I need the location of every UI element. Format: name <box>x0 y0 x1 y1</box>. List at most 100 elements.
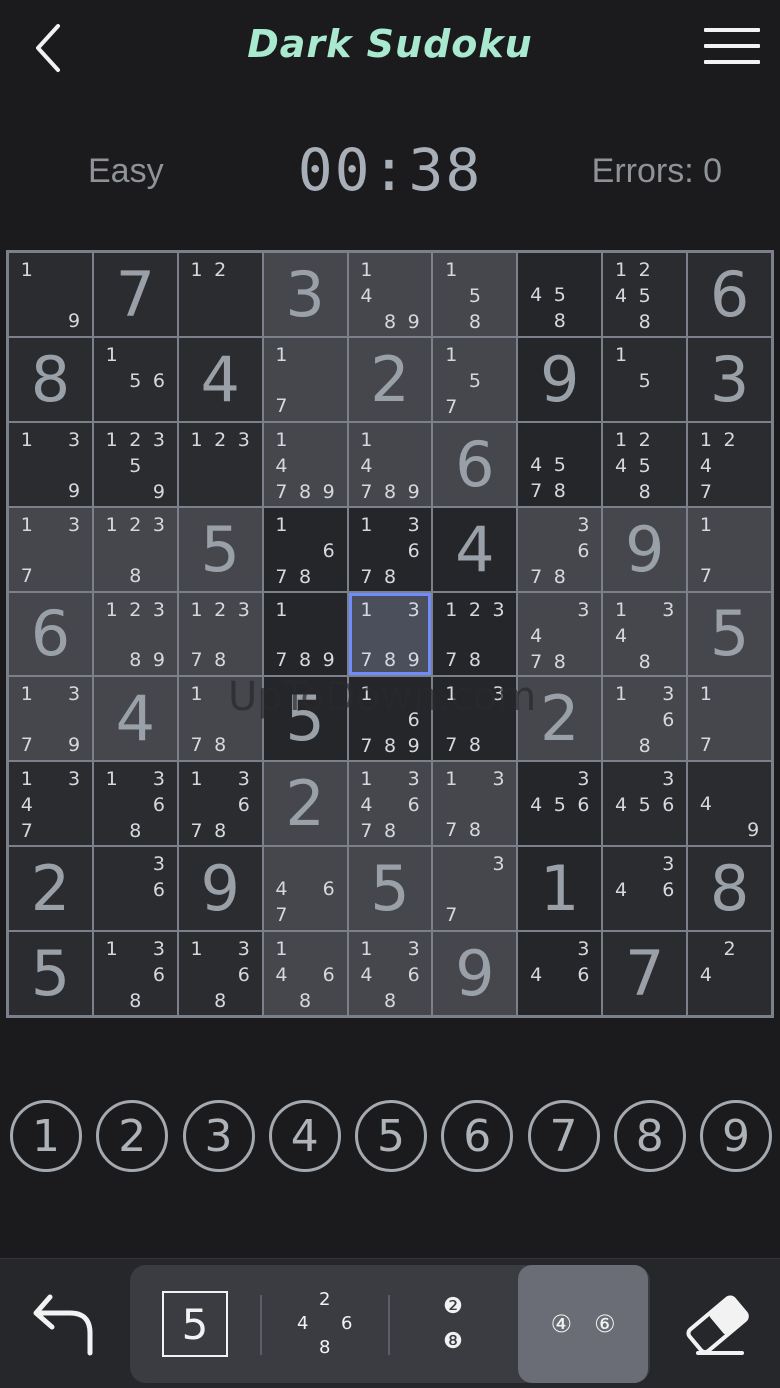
cell-r6c7[interactable]: 2 <box>518 677 602 761</box>
cell-r7c6[interactable]: 1 3 78 <box>433 762 517 846</box>
cell-r3c8[interactable]: 1245 8 <box>603 422 687 506</box>
cell-r5c9[interactable]: 5 <box>688 592 771 676</box>
number-button-6[interactable]: 6 <box>441 1100 514 1172</box>
number-button-9[interactable]: 9 <box>700 1100 772 1172</box>
cell-r8c3[interactable]: 9 <box>178 847 262 931</box>
cell-r9c8[interactable]: 7 <box>603 932 687 1015</box>
cell-r2c5[interactable]: 2 <box>348 337 432 421</box>
cell-r8c7[interactable]: 1 <box>518 847 602 931</box>
cell-r1c6[interactable]: 15 8 <box>433 253 517 336</box>
cell-r1c2[interactable]: 7 <box>93 253 177 336</box>
cell-r2c1[interactable]: 8 <box>9 337 92 421</box>
cell-r5c2[interactable]: 123 89 <box>93 592 177 676</box>
cell-r2c4[interactable]: 17 <box>263 337 347 421</box>
cell-r6c9[interactable]: 17 <box>688 677 771 761</box>
undo-icon[interactable] <box>30 1287 98 1359</box>
cell-r8c1[interactable]: 2 <box>9 847 92 931</box>
cell-r8c6[interactable]: 37 <box>433 847 517 931</box>
cell-r5c1[interactable]: 6 <box>9 592 92 676</box>
cell-r5c5[interactable]: 1 3 789 <box>348 592 432 676</box>
cell-r8c8[interactable]: 3 4 6 <box>603 847 687 931</box>
cell-r7c8[interactable]: 3 456 <box>603 762 687 846</box>
cell-r9c1[interactable]: 5 <box>9 932 92 1015</box>
cell-r3c9[interactable]: 124 7 <box>688 422 771 506</box>
cell-r6c4[interactable]: 5 <box>263 677 347 761</box>
cell-r4c9[interactable]: 17 <box>688 507 771 591</box>
eraser-icon[interactable] <box>682 1289 752 1359</box>
corner-notes-mode-button[interactable]: 2 4 6 8 <box>262 1265 388 1383</box>
cell-r5c4[interactable]: 1789 <box>263 592 347 676</box>
cell-r7c9[interactable]: 49 <box>688 762 771 846</box>
number-button-5[interactable]: 5 <box>355 1100 427 1172</box>
cell-r7c5[interactable]: 1 3 4 6 78 <box>348 762 432 846</box>
note-2 <box>293 512 317 538</box>
cell-r1c3[interactable]: 12 <box>178 253 262 336</box>
cell-r2c7[interactable]: 9 <box>518 337 602 421</box>
cell-r5c6[interactable]: 123 78 <box>433 592 517 676</box>
cell-r1c1[interactable]: 19 <box>9 253 92 336</box>
cell-r3c7[interactable]: 4578 <box>518 422 602 506</box>
cell-r5c8[interactable]: 1 3 48 <box>603 592 687 676</box>
number-button-3[interactable]: 3 <box>182 1100 255 1172</box>
cell-r8c5[interactable]: 5 <box>348 847 432 931</box>
cell-r3c6[interactable]: 6 <box>433 422 517 506</box>
cell-r5c3[interactable]: 123 78 <box>178 592 262 676</box>
cell-r3c1[interactable]: 1 3 9 <box>9 422 92 506</box>
cell-r4c8[interactable]: 9 <box>603 507 687 591</box>
normal-mode-button[interactable]: 5 <box>130 1265 260 1383</box>
number-button-8[interactable]: 8 <box>613 1100 686 1172</box>
cell-r7c3[interactable]: 1 3 6 78 <box>178 762 262 846</box>
cell-r2c2[interactable]: 156 <box>93 337 177 421</box>
cell-r6c3[interactable]: 1 78 <box>178 677 262 761</box>
cell-r3c3[interactable]: 123 <box>178 422 262 506</box>
cell-r6c6[interactable]: 1 3 78 <box>433 677 517 761</box>
cell-r5c7[interactable]: 3 4 78 <box>518 592 602 676</box>
number-button-7[interactable]: 7 <box>527 1100 600 1172</box>
cell-r1c8[interactable]: 1245 8 <box>603 253 687 336</box>
cell-r2c8[interactable]: 15 <box>603 337 687 421</box>
cell-r2c6[interactable]: 157 <box>433 337 517 421</box>
number-button-2[interactable]: 2 <box>96 1100 169 1172</box>
cell-r4c4[interactable]: 1678 <box>263 507 347 591</box>
cell-r9c9[interactable]: 24 <box>688 932 771 1015</box>
cell-r2c3[interactable]: 4 <box>178 337 262 421</box>
cell-r8c9[interactable]: 8 <box>688 847 771 931</box>
cell-r9c4[interactable]: 1 4 68 <box>263 932 347 1015</box>
color-mode-button[interactable]: ④ ⑥ <box>518 1265 648 1383</box>
cell-r3c2[interactable]: 12359 <box>93 422 177 506</box>
cell-r9c6[interactable]: 9 <box>433 932 517 1015</box>
cell-r1c9[interactable]: 6 <box>688 253 771 336</box>
center-notes-mode-button[interactable]: ❷ ❽ <box>390 1265 516 1383</box>
cell-r1c5[interactable]: 1 489 <box>348 253 432 336</box>
cell-r9c2[interactable]: 1 3 68 <box>93 932 177 1015</box>
number-button-4[interactable]: 4 <box>268 1100 341 1172</box>
hamburger-menu-icon[interactable] <box>704 28 760 72</box>
cell-r2c9[interactable]: 3 <box>688 337 771 421</box>
cell-r4c7[interactable]: 3 6 78 <box>518 507 602 591</box>
cell-r4c5[interactable]: 1 3 6 78 <box>348 507 432 591</box>
cell-r9c7[interactable]: 3 4 6 <box>518 932 602 1015</box>
cell-r4c1[interactable]: 1 3 7 <box>9 507 92 591</box>
cell-r6c2[interactable]: 4 <box>93 677 177 761</box>
cell-r7c2[interactable]: 1 3 68 <box>93 762 177 846</box>
cell-r1c4[interactable]: 3 <box>263 253 347 336</box>
cell-r7c7[interactable]: 3 456 <box>518 762 602 846</box>
cell-r3c5[interactable]: 1 4 789 <box>348 422 432 506</box>
cell-r4c3[interactable]: 5 <box>178 507 262 591</box>
number-button-1[interactable]: 1 <box>10 1100 82 1172</box>
cell-r4c6[interactable]: 4 <box>433 507 517 591</box>
cell-r7c1[interactable]: 1 3 4 7 <box>9 762 92 846</box>
cell-r7c4[interactable]: 2 <box>263 762 347 846</box>
note-7: 7 <box>275 394 288 417</box>
cell-r3c4[interactable]: 1 4 789 <box>263 422 347 506</box>
cell-r4c2[interactable]: 123 8 <box>93 507 177 591</box>
cell-r6c5[interactable]: 1 6 789 <box>348 677 432 761</box>
cell-r6c8[interactable]: 1 3 68 <box>603 677 687 761</box>
cell-r9c5[interactable]: 1 3 4 68 <box>348 932 432 1015</box>
cell-r1c7[interactable]: 45 8 <box>518 253 602 336</box>
cell-r8c2[interactable]: 36 <box>93 847 177 931</box>
note-2 <box>293 342 317 368</box>
cell-r9c3[interactable]: 1 3 68 <box>178 932 262 1015</box>
cell-r6c1[interactable]: 1 3 7 9 <box>9 677 92 761</box>
cell-r8c4[interactable]: 4 6 7 <box>263 847 347 931</box>
